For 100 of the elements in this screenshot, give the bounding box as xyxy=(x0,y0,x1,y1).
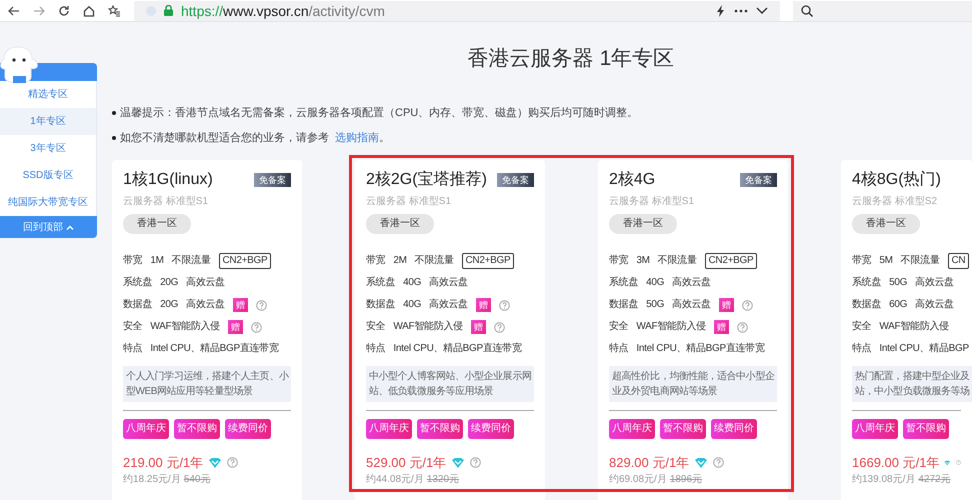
gift-badge: 赠 xyxy=(476,298,491,312)
spec-value: 1M xyxy=(150,255,164,267)
help-icon[interactable] xyxy=(494,322,505,332)
spec-value: 40G xyxy=(646,277,664,289)
sidebar-item[interactable]: 3年专区 xyxy=(0,135,96,162)
promo-tag: 续费同价 xyxy=(225,419,271,439)
spec-value: 高效云盘 xyxy=(915,277,954,289)
plan-title: 2核4G xyxy=(609,170,656,190)
url-text: https://www.vpsor.cn/activity/cvm xyxy=(181,2,385,18)
spec-value: 不限流量 xyxy=(900,255,940,267)
reload-icon[interactable] xyxy=(58,4,70,16)
plan-price: 219.00 元/1年 xyxy=(123,455,204,471)
promo-tag: 八周年庆 xyxy=(852,419,898,439)
gift-badge: 赠 xyxy=(714,320,729,334)
star-list-icon[interactable] xyxy=(108,4,121,16)
spec-label: 特点 xyxy=(609,343,628,355)
help-icon[interactable] xyxy=(742,300,753,310)
spec-value: 高效云盘 xyxy=(429,277,468,289)
original-price: 1320元 xyxy=(426,474,460,486)
plan-title: 2核2G(宝塔推荐) xyxy=(366,170,487,190)
diamond-icon xyxy=(208,456,222,469)
diamond-icon xyxy=(694,456,708,469)
help-icon[interactable] xyxy=(498,300,510,310)
search-icon[interactable] xyxy=(801,4,813,16)
lock-icon xyxy=(164,5,173,16)
back-icon[interactable] xyxy=(8,4,20,16)
spec-label: 系统盘 xyxy=(366,277,396,289)
spec-value: 高效云盘 xyxy=(915,299,954,311)
notice-text: 温馨提示：香港节点域名无需备案，云服务器各项配置（CPU、内存、带宽、磁盘）购买后均可随时调整。 xyxy=(120,106,638,120)
network-tag: CN2+BGP xyxy=(704,253,758,269)
gift-badge: 赠 xyxy=(232,298,248,312)
spec-label: 系统盘 xyxy=(123,277,152,289)
plan-price: 829.00 元/1年 xyxy=(609,455,690,471)
no-filing-badge: 免备案 xyxy=(740,172,777,188)
spec-value: WAF智能防入侵 xyxy=(393,321,463,333)
monthly-price: 约18.25元/月 xyxy=(123,474,181,486)
plan-description: 个人入门学习运维，搭建个人主页、小 型WEB网站应用等轻量型场景 xyxy=(123,366,292,402)
sidebar-item[interactable]: 1年专区 xyxy=(0,108,96,135)
spec-value: 不限流量 xyxy=(172,255,211,267)
region-pill: 香港一区 xyxy=(123,214,191,234)
promo-tag: 暂不限购 xyxy=(174,419,220,439)
home-icon[interactable] xyxy=(83,4,95,16)
spec-value: 50G xyxy=(889,277,908,289)
more-icon[interactable] xyxy=(734,8,748,12)
back-to-top-button[interactable]: 回到顶部 xyxy=(0,216,97,238)
spec-value: Intel CPU、精品BGP直连带宽 xyxy=(393,343,522,355)
spec-value: 3M xyxy=(636,255,650,267)
promo-tag: 暂不限购 xyxy=(903,419,949,439)
spec-value: 50G xyxy=(646,299,664,311)
help-icon[interactable] xyxy=(470,457,482,468)
spec-value: 20G xyxy=(160,277,178,289)
region-pill: 香港一区 xyxy=(852,214,920,234)
spec-label: 带宽 xyxy=(366,255,386,267)
promo-tag: 续费同价 xyxy=(468,419,514,439)
spec-value: 高效云盘 xyxy=(429,299,468,311)
search-field[interactable] xyxy=(793,0,972,20)
sidebar-item[interactable]: 精选专区 xyxy=(0,81,96,108)
spec-label: 特点 xyxy=(123,343,142,355)
help-icon[interactable] xyxy=(713,457,724,468)
spec-value: WAF智能防入侵 xyxy=(636,321,706,333)
plan-subtitle: 云服务器 标准型S1 xyxy=(123,196,210,208)
spec-value: Intel CPU、精品BGP xyxy=(879,343,969,355)
sidebar-item[interactable]: SSD版专区 xyxy=(0,162,96,189)
spec-value: 40G xyxy=(403,299,422,311)
network-tag: CN2+BGP xyxy=(462,253,514,269)
address-bar[interactable]: https://www.vpsor.cn/activity/cvm xyxy=(134,0,780,20)
help-icon[interactable] xyxy=(256,300,267,310)
lightning-icon[interactable] xyxy=(716,4,726,16)
spec-label: 特点 xyxy=(852,343,872,355)
spec-value: WAF智能防入侵 xyxy=(150,321,220,333)
help-icon[interactable] xyxy=(250,322,262,332)
region-pill: 香港一区 xyxy=(609,214,677,234)
page-title: 香港云服务器 1年专区 xyxy=(466,46,676,72)
gift-badge: 赠 xyxy=(718,298,734,312)
spec-label: 带宽 xyxy=(123,255,142,267)
sidebar-item[interactable]: 纯国际大带宽专区 xyxy=(0,189,96,216)
plan-description: 超高性价比，均衡性能，适合中小型企 业及外贸电商网站等场景 xyxy=(609,366,778,402)
forward-icon[interactable] xyxy=(33,4,45,16)
plan-price: 1669.00 元/1年 xyxy=(852,455,940,471)
spec-label: 数据盘 xyxy=(366,299,396,311)
spec-label: 系统盘 xyxy=(852,277,882,289)
notice-text: 如您不清楚哪款机型适合您的业务，请参考 选购指南。 xyxy=(120,131,390,145)
promo-tag: 暂不限购 xyxy=(660,419,706,439)
promo-tag: 八周年庆 xyxy=(123,419,169,439)
plan-subtitle: 云服务器 标准型S1 xyxy=(609,196,696,208)
plan-subtitle: 云服务器 标准型S1 xyxy=(366,196,452,208)
spec-value: 20G xyxy=(160,299,178,311)
spec-label: 带宽 xyxy=(852,255,872,267)
spec-value: 高效云盘 xyxy=(186,277,225,289)
help-icon[interactable] xyxy=(736,322,748,332)
guide-link[interactable]: 选购指南 xyxy=(335,132,379,144)
monthly-price: 约139.08元/月 xyxy=(852,474,916,486)
bullet-icon xyxy=(112,136,116,140)
help-icon[interactable] xyxy=(227,457,238,468)
plan-title: 4核8G(热门) xyxy=(852,170,941,190)
spec-value: 不限流量 xyxy=(658,255,697,267)
spec-label: 数据盘 xyxy=(123,299,152,311)
chevron-down-icon[interactable] xyxy=(756,6,768,14)
no-filing-badge: 免备案 xyxy=(497,172,534,188)
plan-description: 热门配置，搭建中型企业及 站，中小型负载微服务等场 xyxy=(852,366,972,402)
